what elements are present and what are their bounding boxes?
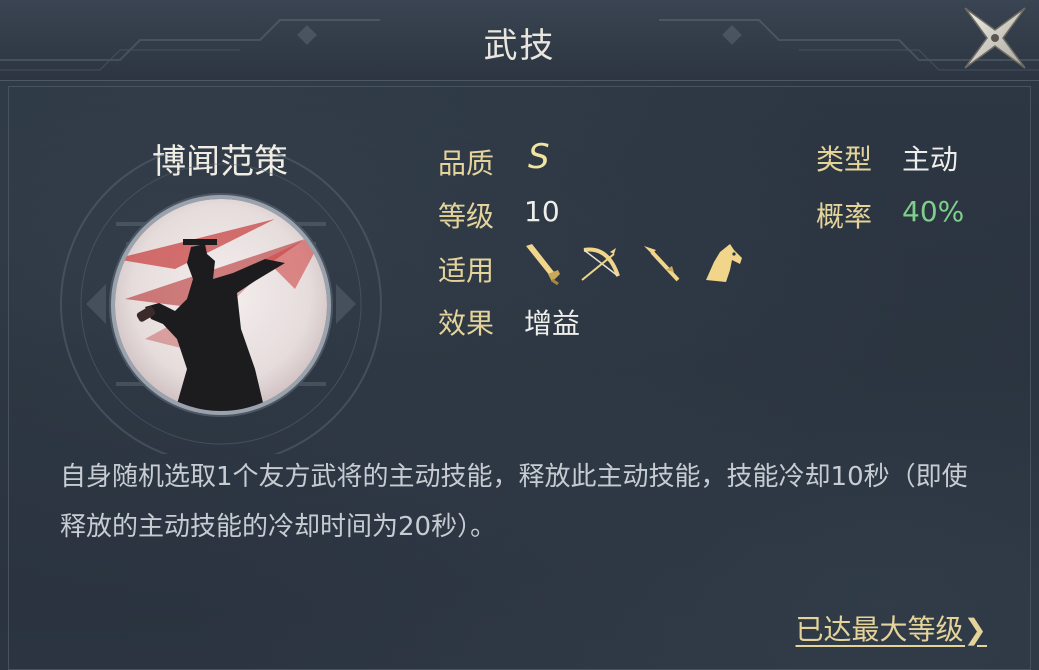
chevron-right-icon: ❯	[963, 613, 987, 646]
level-value: 10	[524, 195, 560, 228]
header-bar: 武技	[0, 0, 1039, 81]
quality-value: S	[528, 137, 550, 177]
quality-label: 品质	[438, 147, 495, 180]
chance-label: 概率	[816, 200, 873, 233]
spear-icon	[644, 246, 680, 282]
level-label: 等级	[438, 200, 495, 233]
effect-value: 增益	[524, 307, 581, 340]
bow-icon	[581, 247, 620, 281]
max-level-label: 已达最大等级	[795, 613, 964, 646]
horse-icon	[706, 244, 742, 282]
page-title: 武技	[483, 26, 556, 66]
close-button[interactable]	[959, 2, 1031, 74]
sword-icon	[526, 244, 560, 286]
effect-label: 效果	[438, 307, 495, 340]
applicable-label: 适用	[438, 254, 495, 287]
skill-portrait	[115, 199, 327, 411]
type-value: 主动	[902, 143, 959, 176]
type-label: 类型	[816, 143, 873, 176]
scholar-figure-icon	[115, 199, 327, 411]
skill-description: 自身随机选取1个友方武将的主动技能，释放此主动技能，技能冷却10秒（即使释放的主…	[60, 462, 968, 542]
chance-value: 40%	[902, 195, 965, 228]
close-icon	[964, 7, 1026, 69]
max-level-link[interactable]: 已达最大等级❯	[796, 608, 987, 648]
